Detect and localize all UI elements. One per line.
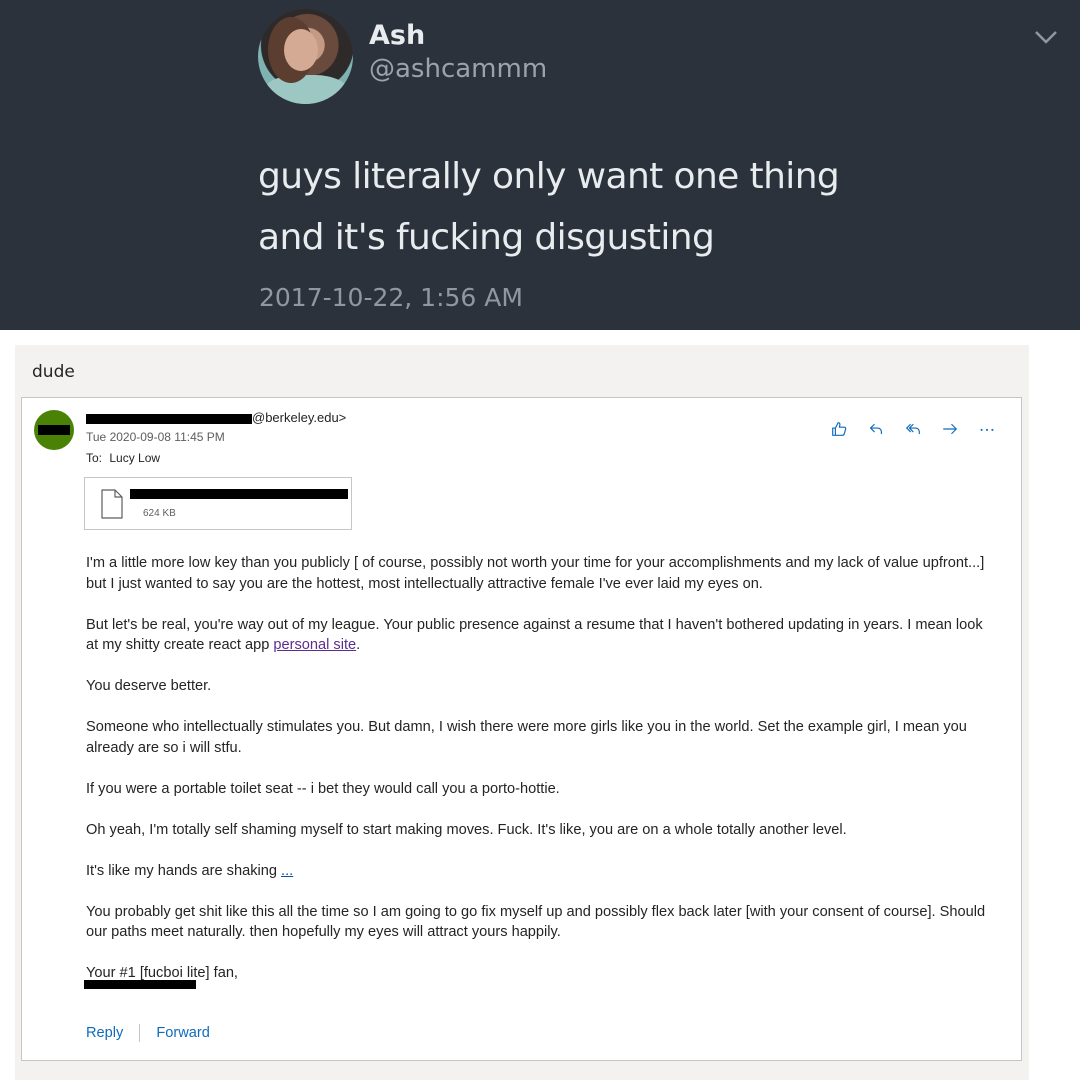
email-subject: dude <box>32 362 75 382</box>
forward-icon <box>942 423 957 435</box>
email-message-card: @berkeley.edu> Tue 2020-09-08 11:45 PM T… <box>21 397 1022 1061</box>
reply-link[interactable]: Reply <box>86 1025 123 1041</box>
body-paragraph: If you were a portable toilet seat -- i … <box>86 780 560 797</box>
redaction-bar <box>86 413 252 424</box>
body-paragraph: Oh yeah, I'm totally self shaming myself… <box>86 821 847 838</box>
reply-button[interactable] <box>857 418 894 440</box>
forward-link[interactable]: Forward <box>156 1025 210 1041</box>
tweet-timestamp: 2017-10-22, 1:56 AM <box>259 283 523 312</box>
body-paragraph: Someone who intellectually stimulates yo… <box>86 719 967 756</box>
to-label: To: <box>86 451 103 465</box>
recipient-name[interactable]: Lucy Low <box>109 451 160 465</box>
email-body: I'm a little more low key than you publi… <box>84 553 996 989</box>
attachment-size: 624 KB <box>143 508 176 519</box>
divider <box>139 1024 141 1042</box>
sender-avatar[interactable] <box>34 410 74 450</box>
body-paragraph: You probably get shit like this all the … <box>86 903 986 941</box>
redaction-bar <box>38 425 70 435</box>
tweet-screenshot: Ash @ashcammm guys literally only want o… <box>0 0 1080 330</box>
more-actions-button[interactable] <box>968 418 1005 440</box>
body-paragraph: But let's be real, you're way out of my … <box>86 615 996 656</box>
sender-domain: @berkeley.edu> <box>252 410 347 425</box>
email-date: Tue 2020-09-08 11:45 PM <box>86 430 225 444</box>
tweet-text-line: and it's fucking disgusting <box>258 217 715 258</box>
reply-all-icon <box>905 423 920 435</box>
avatar-shoulder <box>264 75 348 104</box>
avatar-face <box>284 29 318 71</box>
body-text: But let's be real, you're way out of my … <box>86 616 983 654</box>
message-actions <box>820 418 1005 440</box>
attachment-card[interactable]: 624 KB <box>84 477 352 530</box>
tweet-text-line: guys literally only want one thing <box>258 156 840 197</box>
tweet-author-handle[interactable]: @ashcammm <box>369 54 547 84</box>
body-paragraph: You deserve better. <box>86 678 212 694</box>
email-footer-actions: Reply Forward <box>86 1024 210 1042</box>
recipient-line: To: Lucy Low <box>86 451 160 465</box>
body-text: It's like my hands are shaking <box>86 862 282 879</box>
tweet-author-name[interactable]: Ash <box>369 20 425 51</box>
personal-site-link[interactable]: personal site <box>273 637 356 653</box>
sender-address[interactable]: @berkeley.edu> <box>86 410 346 425</box>
redaction-bar <box>130 489 348 499</box>
like-button[interactable] <box>820 418 857 440</box>
reply-all-button[interactable] <box>894 418 931 440</box>
chevron-down-icon[interactable] <box>1030 25 1062 49</box>
like-icon <box>831 422 846 436</box>
more-icon <box>980 428 993 431</box>
signoff: Your #1 [fucboi lite] fan, <box>86 965 238 981</box>
tweet-avatar[interactable] <box>258 9 353 104</box>
body-paragraph: I'm a little more low key than you publi… <box>86 555 985 592</box>
ellipsis-link[interactable]: ... <box>281 863 293 879</box>
body-paragraph: It's like my hands are shaking ... <box>86 861 996 882</box>
forward-button[interactable] <box>931 418 968 440</box>
reply-icon <box>869 423 882 435</box>
file-icon <box>101 489 123 519</box>
body-text: . <box>356 637 361 653</box>
email-reading-pane: dude @berkeley.edu> Tue 2020-09-08 11:45… <box>15 345 1029 1080</box>
redaction-bar <box>84 979 196 989</box>
tweet-text: guys literally only want one thing and i… <box>258 146 958 268</box>
